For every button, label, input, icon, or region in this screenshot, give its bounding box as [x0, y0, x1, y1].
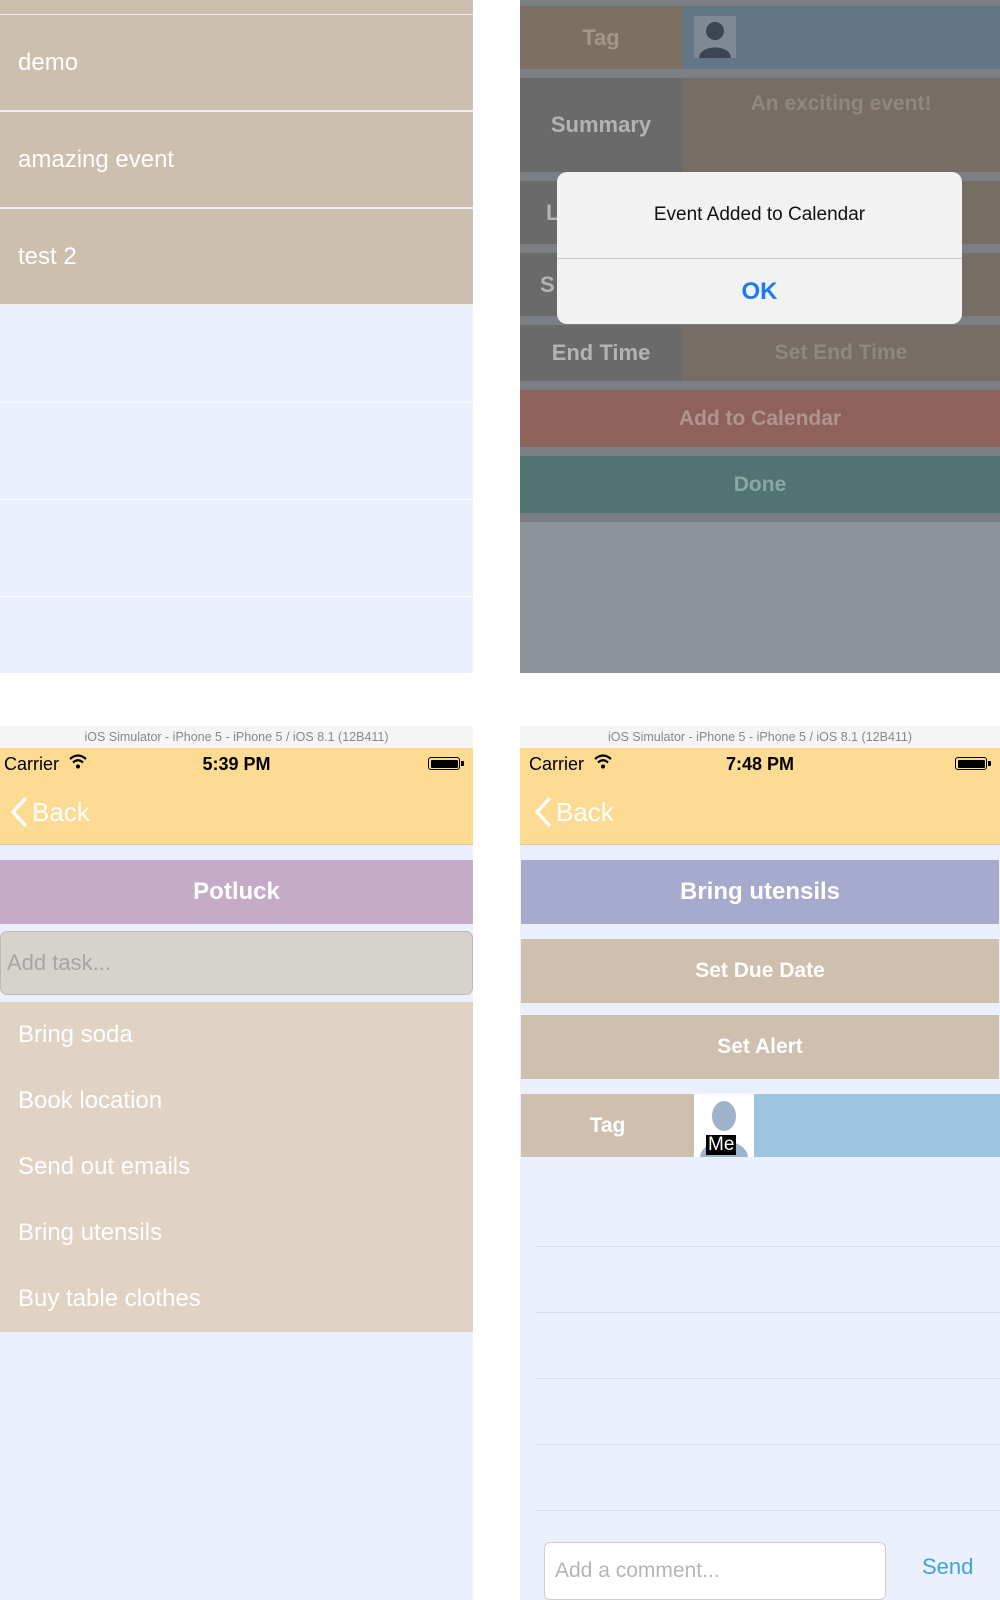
end-time-field[interactable]: Set End Time: [682, 325, 1000, 381]
comment-divider: [536, 1378, 1000, 1379]
task-list: Bring soda Book location Send out emails…: [0, 1002, 473, 1332]
nav-bar: Back: [520, 780, 1000, 845]
battery-icon: [428, 757, 464, 770]
end-time-label: End Time: [520, 325, 682, 381]
divider: [520, 447, 1000, 456]
tag-label: Tag: [521, 1094, 694, 1157]
simulator-title: iOS Simulator - iPhone 5 - iPhone 5 / iO…: [0, 726, 473, 748]
status-bar: Carrier 7:48 PM: [520, 748, 1000, 780]
comment-divider: [536, 1444, 1000, 1445]
page-title: Bring utensils: [521, 860, 999, 924]
comment-divider: [536, 1312, 1000, 1313]
event-row-demo[interactable]: demo: [0, 15, 473, 111]
task-item[interactable]: Send out emails: [0, 1134, 473, 1200]
list-row-partial[interactable]: [0, 0, 473, 15]
battery-icon: [955, 757, 991, 770]
add-to-calendar-button[interactable]: Add to Calendar: [520, 390, 1000, 447]
potluck-screen: iOS Simulator - iPhone 5 - iPhone 5 / iO…: [0, 726, 473, 1600]
alert-ok-button[interactable]: OK: [557, 259, 962, 324]
task-item[interactable]: Buy table clothes: [0, 1266, 473, 1332]
summary-label: Summary: [520, 78, 682, 172]
task-item[interactable]: Bring soda: [0, 1002, 473, 1068]
task-item[interactable]: Bring utensils: [0, 1200, 473, 1266]
status-bar: Carrier 5:39 PM: [0, 748, 473, 780]
done-button[interactable]: Done: [520, 456, 1000, 513]
person-placeholder-icon[interactable]: [694, 16, 736, 58]
comment-input[interactable]: Add a comment...: [544, 1542, 886, 1600]
status-time: 7:48 PM: [725, 754, 795, 774]
empty-row: [0, 500, 473, 597]
back-label: Back: [32, 796, 90, 827]
event-row-test-2[interactable]: test 2: [0, 209, 473, 305]
back-button[interactable]: Back: [6, 790, 90, 834]
page-title: Potluck: [0, 860, 473, 924]
comment-divider: [536, 1510, 1000, 1511]
empty-row: [0, 403, 473, 500]
back-label: Back: [556, 796, 614, 827]
event-row-amazing-event[interactable]: amazing event: [0, 112, 473, 208]
tag-label: Tag: [520, 6, 682, 69]
task-detail-screen: iOS Simulator - iPhone 5 - iPhone 5 / iO…: [520, 726, 1000, 1600]
add-task-input[interactable]: Add task...: [0, 931, 473, 995]
chevron-left-icon: [530, 790, 556, 834]
status-time: 5:39 PM: [202, 754, 271, 774]
avatar-label: Me: [706, 1134, 737, 1155]
divider: [520, 381, 1000, 390]
alert-dialog: Event Added to Calendar OK: [557, 172, 962, 324]
comment-divider: [536, 1246, 1000, 1247]
divider: [520, 69, 1000, 78]
set-alert-button[interactable]: Set Alert: [521, 1015, 999, 1079]
send-button[interactable]: Send: [922, 1542, 973, 1592]
divider: [520, 513, 1000, 522]
nav-bar: Back: [0, 780, 473, 845]
summary-field[interactable]: An exciting event!: [682, 78, 1000, 172]
empty-row: [0, 306, 473, 403]
tag-field[interactable]: Me: [694, 1094, 1000, 1157]
event-row-label: amazing event: [18, 146, 175, 173]
event-row-label: test 2: [18, 243, 77, 270]
task-item[interactable]: Book location: [0, 1068, 473, 1134]
set-due-date-button[interactable]: Set Due Date: [521, 939, 999, 1003]
event-list-screen: demo amazing event test 2: [0, 0, 473, 673]
simulator-title: iOS Simulator - iPhone 5 - iPhone 5 / iO…: [520, 726, 1000, 748]
back-button[interactable]: Back: [530, 790, 614, 834]
tag-field[interactable]: [682, 6, 1000, 69]
alert-message: Event Added to Calendar: [557, 172, 962, 259]
event-detail-screen: Tag Summary An exciting event! L S End T…: [520, 0, 1000, 673]
chevron-left-icon: [6, 790, 32, 834]
event-row-label: demo: [18, 49, 79, 76]
avatar[interactable]: Me: [694, 1094, 754, 1157]
